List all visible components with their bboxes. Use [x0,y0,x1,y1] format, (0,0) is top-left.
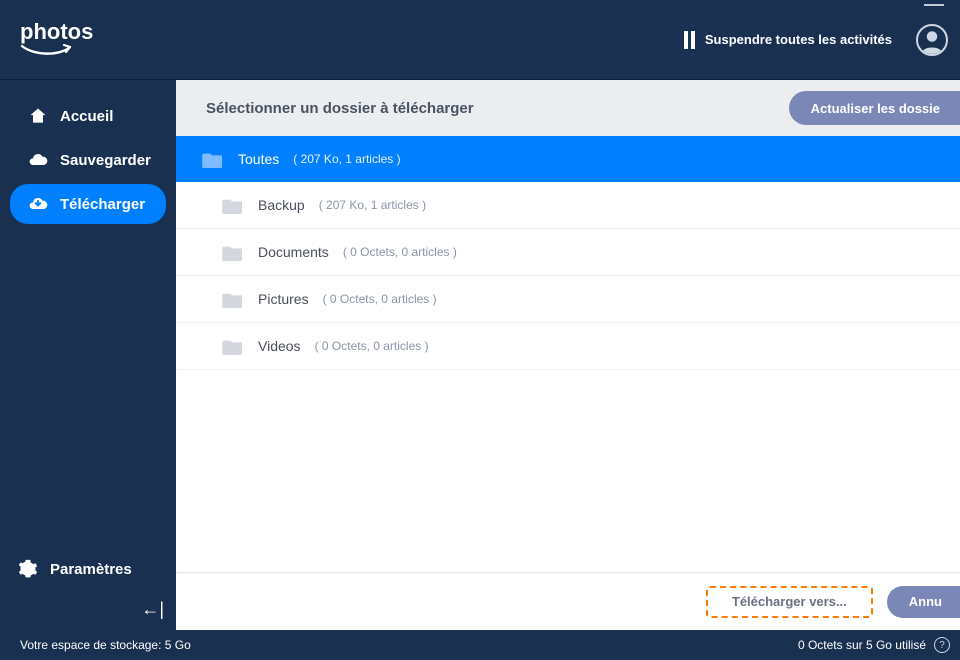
smile-icon [20,43,74,61]
suspend-label: Suspendre toutes les activités [705,32,892,47]
sidebar-item-telecharger[interactable]: Télécharger [10,184,166,224]
folder-meta: ( 207 Ko, 1 articles ) [319,198,426,212]
refresh-folders-button[interactable]: Actualiser les dossie [789,91,960,125]
download-to-button[interactable]: Télécharger vers... [706,586,873,618]
sidebar: Accueil Sauvegarder Télécharger [0,80,176,630]
folder-icon [222,337,244,355]
home-icon [28,106,48,126]
storage-label: Votre espace de stockage: 5 Go [20,638,191,652]
folder-name: Backup [258,197,305,213]
logo-text: photos [20,19,93,45]
content-pane: Sélectionner un dossier à télécharger Ac… [176,80,960,630]
usage-label: 0 Octets sur 5 Go utilisé [798,638,926,652]
sidebar-item-accueil[interactable]: Accueil [10,96,166,136]
app-header: photos Suspendre toutes les activités [0,0,960,80]
folder-meta: ( 0 Octets, 0 articles ) [343,245,457,259]
avatar[interactable] [916,24,948,56]
folder-list: Toutes ( 207 Ko, 1 articles ) Backup ( 2… [176,136,960,572]
folder-row-documents[interactable]: Documents ( 0 Octets, 0 articles ) [176,229,960,276]
folder-name: Documents [258,244,329,260]
folder-meta: ( 0 Octets, 0 articles ) [323,292,437,306]
sidebar-item-label: Accueil [60,108,113,125]
folder-name: Pictures [258,291,309,307]
cancel-button[interactable]: Annu [887,586,960,618]
folder-icon [222,290,244,308]
person-icon [918,26,946,54]
subheader-title: Sélectionner un dossier à télécharger [206,100,474,117]
sidebar-item-label: Sauvegarder [60,152,151,169]
settings-label: Paramètres [50,561,132,578]
cancel-label: Annu [909,594,942,609]
collapse-sidebar-button[interactable]: ←| [0,595,176,630]
folder-name: Videos [258,338,301,354]
action-bar: Télécharger vers... Annu [176,572,960,630]
folder-icon [202,150,224,168]
folder-icon [222,243,244,261]
status-footer: Votre espace de stockage: 5 Go 0 Octets … [0,630,960,660]
folder-row-backup[interactable]: Backup ( 207 Ko, 1 articles ) [176,182,960,229]
folder-meta: ( 207 Ko, 1 articles ) [293,152,400,166]
gear-icon [18,559,38,579]
folder-row-pictures[interactable]: Pictures ( 0 Octets, 0 articles ) [176,276,960,323]
sidebar-item-sauvegarder[interactable]: Sauvegarder [10,140,166,180]
minimize-icon[interactable] [924,4,944,6]
pause-icon [684,31,695,49]
cloud-icon [28,150,48,170]
refresh-label: Actualiser les dossie [811,101,940,116]
suspend-all-button[interactable]: Suspendre toutes les activités [684,31,892,49]
sidebar-item-label: Télécharger [60,196,145,213]
folder-row-toutes[interactable]: Toutes ( 207 Ko, 1 articles ) [176,136,960,182]
app-logo: photos [20,19,93,61]
sidebar-item-parametres[interactable]: Paramètres [0,549,176,589]
folder-icon [222,196,244,214]
folder-meta: ( 0 Octets, 0 articles ) [315,339,429,353]
cloud-download-icon [28,194,48,214]
content-subheader: Sélectionner un dossier à télécharger Ac… [176,80,960,136]
folder-row-videos[interactable]: Videos ( 0 Octets, 0 articles ) [176,323,960,370]
collapse-icon: ←| [141,599,164,620]
help-icon[interactable]: ? [934,637,950,653]
download-label: Télécharger vers... [732,594,847,609]
folder-name: Toutes [238,151,279,167]
